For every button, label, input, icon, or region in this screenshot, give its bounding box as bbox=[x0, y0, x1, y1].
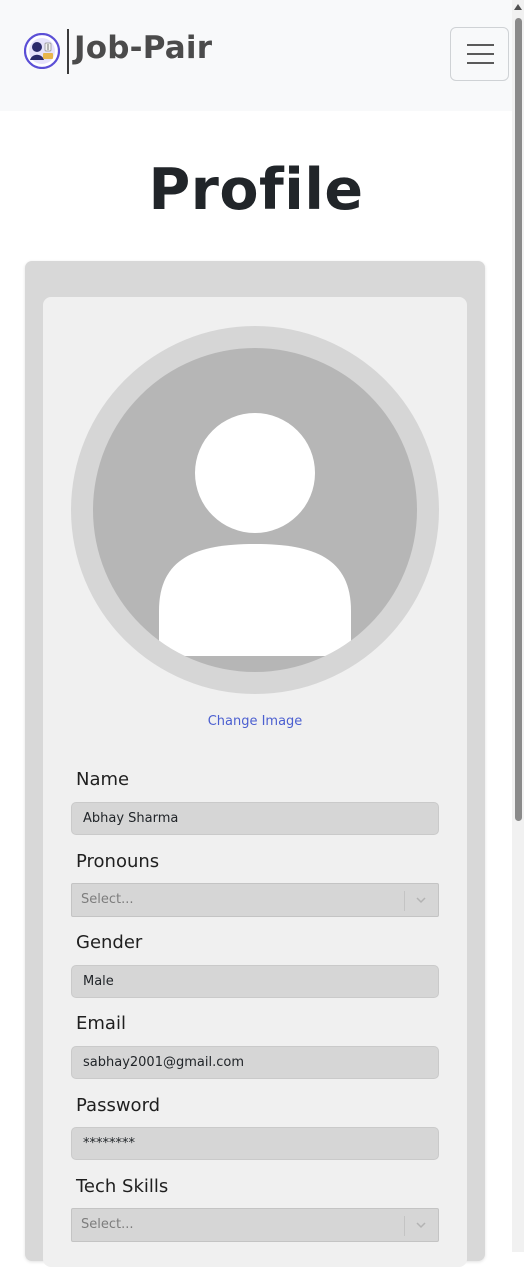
page-scrollbar[interactable] bbox=[512, 0, 524, 1252]
gender-label: Gender bbox=[76, 932, 143, 953]
page-title: Profile bbox=[148, 157, 364, 223]
pronouns-label: Pronouns bbox=[76, 851, 160, 872]
chevron-down-icon[interactable] bbox=[414, 893, 428, 907]
pronouns-select[interactable]: Select... bbox=[71, 883, 439, 917]
scroll-up-arrow-icon[interactable] bbox=[514, 4, 522, 10]
job-pair-logo-icon[interactable] bbox=[24, 33, 60, 69]
name-field[interactable]: Abhay Sharma bbox=[71, 802, 439, 835]
scrollbar-thumb[interactable] bbox=[515, 18, 522, 821]
tech-skills-select[interactable]: Select... bbox=[71, 1208, 439, 1242]
tech-skills-label: Tech Skills bbox=[76, 1176, 169, 1197]
navbar: Job-Pair bbox=[0, 0, 512, 111]
hamburger-menu-icon bbox=[467, 53, 494, 55]
select-separator bbox=[404, 1216, 405, 1236]
email-label: Email bbox=[76, 1013, 126, 1034]
pronouns-select-placeholder: Select... bbox=[81, 892, 134, 907]
gender-field[interactable]: Male bbox=[71, 965, 439, 998]
password-field[interactable]: ******** bbox=[71, 1127, 439, 1160]
name-label: Name bbox=[76, 769, 130, 790]
change-image-link[interactable]: Change Image bbox=[0, 714, 510, 729]
select-separator bbox=[404, 891, 405, 911]
brand-name[interactable]: Job-Pair bbox=[74, 30, 212, 66]
chevron-down-icon[interactable] bbox=[414, 1218, 428, 1232]
tech-skills-select-placeholder: Select... bbox=[81, 1217, 134, 1232]
default-user-avatar-icon bbox=[71, 326, 439, 694]
password-label: Password bbox=[76, 1095, 161, 1116]
navbar-toggle-button[interactable] bbox=[450, 27, 509, 81]
brand-divider bbox=[67, 29, 69, 74]
email-field[interactable]: sabhay2001@gmail.com bbox=[71, 1046, 439, 1079]
hamburger-menu-icon bbox=[467, 44, 494, 46]
hamburger-menu-icon bbox=[467, 62, 494, 64]
